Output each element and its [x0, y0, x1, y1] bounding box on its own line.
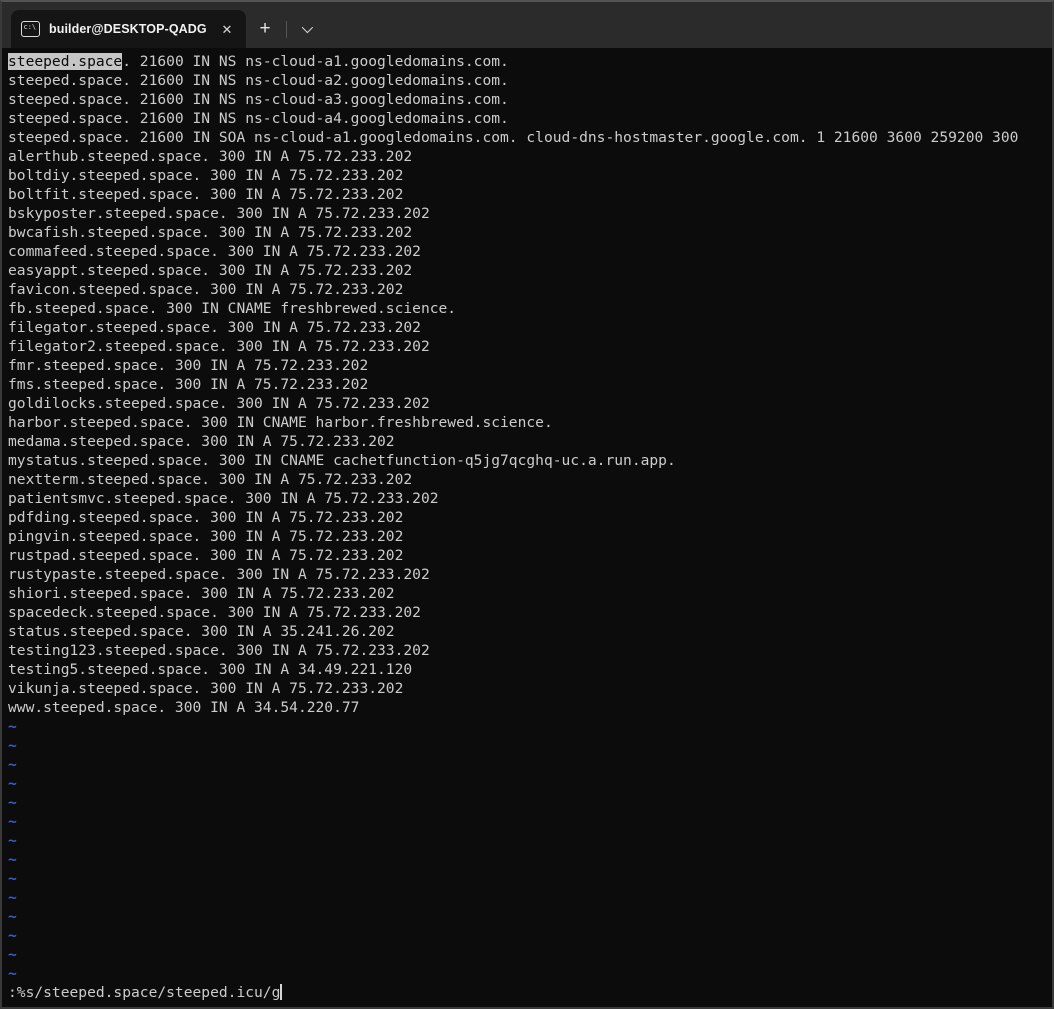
zone-record-line: mystatus.steeped.space. 300 IN CNAME cac… — [8, 451, 1052, 470]
zone-record-line: fmr.steeped.space. 300 IN A 75.72.233.20… — [8, 356, 1052, 375]
zone-record-line: filegator.steeped.space. 300 IN A 75.72.… — [8, 318, 1052, 337]
zone-record-line: pingvin.steeped.space. 300 IN A 75.72.23… — [8, 527, 1052, 546]
tab-title: builder@DESKTOP-QADGF36: — [49, 22, 207, 36]
zone-record-line: steeped.space. 21600 IN NS ns-cloud-a2.g… — [8, 71, 1052, 90]
vim-empty-line-tilde: ~ — [8, 774, 1052, 793]
vim-empty-line-tilde: ~ — [8, 926, 1052, 945]
vim-empty-line-tilde: ~ — [8, 945, 1052, 964]
zone-record-line: steeped.space. 21600 IN NS ns-cloud-a1.g… — [8, 52, 1052, 71]
vim-empty-line-tilde: ~ — [8, 812, 1052, 831]
zone-record-line: favicon.steeped.space. 300 IN A 75.72.23… — [8, 280, 1052, 299]
tab-bar[interactable]: c:\ builder@DESKTOP-QADGF36: ✕ + — [2, 2, 1052, 48]
terminal-screen[interactable]: steeped.space. 21600 IN NS ns-cloud-a1.g… — [2, 48, 1052, 1007]
zone-record-line: rustpad.steeped.space. 300 IN A 75.72.23… — [8, 546, 1052, 565]
zone-record-line: medama.steeped.space. 300 IN A 75.72.233… — [8, 432, 1052, 451]
zone-record-line: filegator2.steeped.space. 300 IN A 75.72… — [8, 337, 1052, 356]
zone-record-line-rest: . 21600 IN NS ns-cloud-a1.googledomains.… — [122, 53, 509, 70]
terminal-buffer: steeped.space. 21600 IN NS ns-cloud-a2.g… — [8, 71, 1052, 717]
search-highlight: steeped.space — [8, 53, 122, 70]
vim-empty-line-tilde: ~ — [8, 793, 1052, 812]
zone-record-line: harbor.steeped.space. 300 IN CNAME harbo… — [8, 413, 1052, 432]
vim-empty-line-tilde: ~ — [8, 964, 1052, 983]
zone-record-line: status.steeped.space. 300 IN A 35.241.26… — [8, 622, 1052, 641]
zone-record-line: goldilocks.steeped.space. 300 IN A 75.72… — [8, 394, 1052, 413]
zone-record-line: pdfding.steeped.space. 300 IN A 75.72.23… — [8, 508, 1052, 527]
vim-empty-line-tilde: ~ — [8, 717, 1052, 736]
zone-record-line: testing123.steeped.space. 300 IN A 75.72… — [8, 641, 1052, 660]
text-cursor — [280, 984, 282, 1000]
tab-close-button[interactable]: ✕ — [216, 18, 238, 40]
tab-dropdown-button[interactable] — [289, 10, 323, 48]
vim-command-text: :%s/steeped.space/steeped.icu/g — [8, 984, 280, 1001]
vim-empty-line-tilde: ~ — [8, 831, 1052, 850]
zone-record-line: bskyposter.steeped.space. 300 IN A 75.72… — [8, 204, 1052, 223]
vim-command-line[interactable]: :%s/steeped.space/steeped.icu/g — [8, 983, 1052, 1002]
zone-record-line: steeped.space. 21600 IN NS ns-cloud-a4.g… — [8, 109, 1052, 128]
zone-record-line: patientsmvc.steeped.space. 300 IN A 75.7… — [8, 489, 1052, 508]
tabbar-separator — [286, 21, 287, 38]
command-prompt-icon: c:\ — [21, 21, 40, 37]
zone-record-line: fb.steeped.space. 300 IN CNAME freshbrew… — [8, 299, 1052, 318]
zone-record-line: steeped.space. 21600 IN SOA ns-cloud-a1.… — [8, 128, 1052, 147]
vim-empty-line-tilde: ~ — [8, 869, 1052, 888]
zone-record-line: vikunja.steeped.space. 300 IN A 75.72.23… — [8, 679, 1052, 698]
zone-record-line: fms.steeped.space. 300 IN A 75.72.233.20… — [8, 375, 1052, 394]
zone-record-line: bwcafish.steeped.space. 300 IN A 75.72.2… — [8, 223, 1052, 242]
zone-record-line: easyappt.steeped.space. 300 IN A 75.72.2… — [8, 261, 1052, 280]
vim-empty-line-tilde: ~ — [8, 907, 1052, 926]
zone-record-line: steeped.space. 21600 IN NS ns-cloud-a3.g… — [8, 90, 1052, 109]
zone-record-line: boltfit.steeped.space. 300 IN A 75.72.23… — [8, 185, 1052, 204]
zone-record-line: boltdiy.steeped.space. 300 IN A 75.72.23… — [8, 166, 1052, 185]
vim-empty-line-tilde: ~ — [8, 755, 1052, 774]
zone-record-line: nextterm.steeped.space. 300 IN A 75.72.2… — [8, 470, 1052, 489]
zone-record-line: testing5.steeped.space. 300 IN A 34.49.2… — [8, 660, 1052, 679]
chevron-down-icon — [302, 22, 313, 33]
new-tab-button[interactable]: + — [246, 10, 284, 48]
zone-record-line: www.steeped.space. 300 IN A 34.54.220.77 — [8, 698, 1052, 717]
zone-record-line: spacedeck.steeped.space. 300 IN A 75.72.… — [8, 603, 1052, 622]
tilde-column: ~~~~~~~~~~~~~~ — [8, 717, 1052, 983]
zone-record-line: rustypaste.steeped.space. 300 IN A 75.72… — [8, 565, 1052, 584]
zone-record-line: commafeed.steeped.space. 300 IN A 75.72.… — [8, 242, 1052, 261]
vim-empty-line-tilde: ~ — [8, 850, 1052, 869]
vim-empty-line-tilde: ~ — [8, 888, 1052, 907]
terminal-window: c:\ builder@DESKTOP-QADGF36: ✕ + steeped… — [0, 0, 1054, 1009]
terminal-tab-active[interactable]: c:\ builder@DESKTOP-QADGF36: ✕ — [11, 10, 246, 48]
zone-record-line: alerthub.steeped.space. 300 IN A 75.72.2… — [8, 147, 1052, 166]
zone-record-line: shiori.steeped.space. 300 IN A 75.72.233… — [8, 584, 1052, 603]
vim-empty-line-tilde: ~ — [8, 736, 1052, 755]
